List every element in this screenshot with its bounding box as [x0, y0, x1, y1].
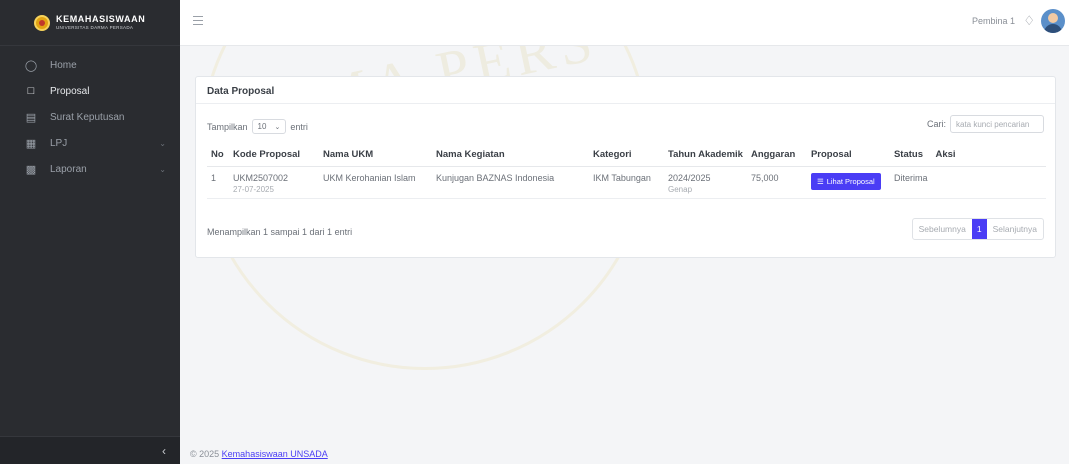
document-icon: □: [27, 85, 35, 97]
header-nama-ukm[interactable]: Nama UKM: [319, 144, 432, 167]
sidebar-item-laporan[interactable]: ▩ Laporan ⌄: [0, 156, 180, 182]
header-aksi[interactable]: Aksi: [931, 144, 1046, 167]
sidebar-item-label: LPJ: [50, 137, 68, 149]
table-controls: Tampilkan 10 ⌄ entri Cari:: [207, 115, 1044, 135]
lihat-proposal-button[interactable]: ☰ Lihat Proposal: [810, 173, 881, 190]
proposal-table: No Kode Proposal Nama UKM Nama Kegiatan …: [207, 144, 1046, 199]
page-footer: © 2025 Kemahasiswaan UNSADA: [180, 436, 1069, 464]
search-input[interactable]: [950, 115, 1044, 133]
sidebar-item-lpj[interactable]: ▦ LPJ ⌄: [0, 130, 180, 156]
chevron-down-icon: ⌄: [159, 138, 166, 148]
pagination-prev[interactable]: Sebelumnya: [913, 219, 972, 239]
show-prefix: Tampilkan: [207, 121, 248, 132]
header-kode-proposal[interactable]: Kode Proposal: [229, 144, 319, 167]
inbox-icon: ▤: [25, 111, 37, 124]
cell-kategori: IKM Tabungan: [589, 166, 664, 199]
cell-tahun-akademik: 2024/2025 Genap: [664, 166, 747, 199]
cell-aksi: [931, 166, 1046, 199]
brand-text: KEMAHASISWAAN UNIVERSITAS DARMA PERSADA: [56, 13, 146, 31]
chevron-down-icon: ⌄: [159, 164, 166, 174]
cell-proposal: ☰ Lihat Proposal: [806, 166, 890, 199]
list-icon: ☰: [816, 177, 824, 186]
brand[interactable]: KEMAHASISWAAN UNIVERSITAS DARMA PERSADA: [0, 0, 180, 46]
cell-status: Diterima: [889, 166, 932, 199]
header-kategori[interactable]: Kategori: [589, 144, 664, 167]
header-no[interactable]: No: [207, 144, 229, 167]
search-label: Cari:: [926, 119, 946, 129]
avatar[interactable]: [1041, 9, 1065, 33]
dashboard-icon: ◯: [24, 59, 38, 72]
sidebar-item-label: Proposal: [50, 85, 90, 97]
header-status[interactable]: Status: [889, 144, 932, 167]
search-control: Cari:: [927, 115, 1044, 133]
header-nama-kegiatan[interactable]: Nama Kegiatan: [432, 144, 589, 167]
table-row: 1 UKM2507002 27-07-2025 UKM Kerohanian I…: [207, 166, 1046, 199]
topbar: Pembina 1 ♢: [180, 0, 1069, 46]
page-size-control: Tampilkan 10 ⌄ entri: [207, 119, 308, 134]
sidebar-item-label: Surat Keputusan: [50, 111, 125, 123]
hamburger-icon[interactable]: [193, 16, 203, 26]
pagination-page-1[interactable]: 1: [971, 219, 987, 239]
cell-nama-kegiatan: Kunjugan BAZNAS Indonesia: [432, 166, 589, 199]
semester: Genap: [668, 185, 693, 194]
sidebar-item-proposal[interactable]: □ Proposal: [0, 78, 180, 104]
user-name[interactable]: Pembina 1: [972, 16, 1015, 26]
footer-link[interactable]: Kemahasiswaan UNSADA: [222, 449, 328, 459]
header-anggaran[interactable]: Anggaran: [746, 144, 807, 167]
bell-icon[interactable]: ♢: [1023, 13, 1035, 29]
tanggal-proposal: 27-07-2025: [233, 185, 274, 194]
sidebar-footer: ‹: [0, 436, 180, 464]
lihat-proposal-label: Lihat Proposal: [826, 177, 875, 186]
sidebar-item-surat-keputusan[interactable]: ▤ Surat Keputusan: [0, 104, 180, 130]
pagination-next[interactable]: Selanjutnya: [987, 219, 1043, 239]
cell-no: 1: [207, 166, 229, 199]
tahun-akademik: 2024/2025: [668, 173, 711, 183]
sidebar: KEMAHASISWAAN UNIVERSITAS DARMA PERSADA …: [0, 0, 180, 464]
university-logo-icon: [34, 14, 50, 31]
page-size-value: 10: [257, 122, 267, 131]
cell-anggaran: 75,000: [746, 166, 807, 199]
brand-title: KEMAHASISWAAN: [56, 13, 146, 24]
sidebar-nav: ◯ Home □ Proposal ▤ Surat Keputusan ▦ LP…: [0, 46, 180, 182]
brand-subtitle: UNIVERSITAS DARMA PERSADA: [56, 24, 134, 30]
cell-kode: UKM2507002 27-07-2025: [229, 166, 319, 199]
chevron-down-icon: ⌄: [274, 123, 281, 131]
show-suffix: entri: [290, 121, 308, 132]
printer-icon: ▩: [25, 163, 37, 176]
sidebar-item-home[interactable]: ◯ Home: [0, 52, 180, 78]
table-info: Menampilkan 1 sampai 1 dari 1 entri: [207, 227, 353, 237]
footer-copyright: © 2025: [190, 449, 220, 459]
chevron-left-icon[interactable]: ‹: [162, 444, 166, 458]
table-header-row: No Kode Proposal Nama UKM Nama Kegiatan …: [207, 144, 1046, 167]
pagination: Sebelumnya 1 Selanjutnya: [911, 218, 1044, 240]
sidebar-item-label: Home: [50, 59, 77, 71]
sidebar-item-label: Laporan: [50, 163, 87, 175]
proposal-card: Data Proposal Tampilkan 10 ⌄ entri Cari:…: [195, 76, 1056, 258]
cell-nama-ukm: UKM Kerohanian Islam: [319, 166, 432, 199]
page-size-select[interactable]: 10 ⌄: [251, 119, 287, 134]
report-icon: ▦: [25, 137, 37, 150]
header-tahun-akademik[interactable]: Tahun Akademik: [664, 144, 747, 167]
header-proposal[interactable]: Proposal: [806, 144, 890, 167]
kode-proposal: UKM2507002: [233, 173, 289, 183]
card-title: Data Proposal: [196, 77, 1055, 104]
